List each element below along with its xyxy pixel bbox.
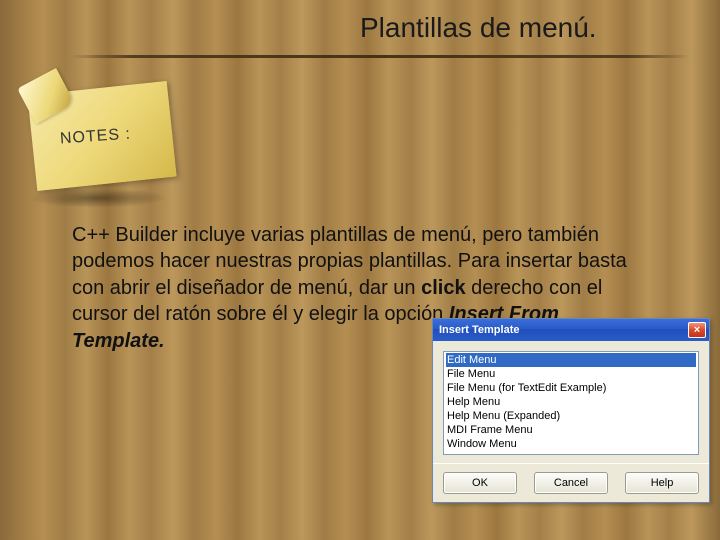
list-item[interactable]: File Menu: [446, 367, 696, 381]
slide: Plantillas de menú. NOTES : C++ Builder …: [0, 0, 720, 540]
close-icon: ×: [694, 325, 700, 336]
cancel-button[interactable]: Cancel: [534, 472, 608, 494]
template-listbox[interactable]: Edit MenuFile MenuFile Menu (for TextEdi…: [443, 351, 699, 455]
slide-title: Plantillas de menú.: [360, 12, 597, 44]
list-item[interactable]: Help Menu: [446, 395, 696, 409]
list-item[interactable]: Edit Menu: [446, 353, 696, 367]
dialog-button-bar: OK Cancel Help: [433, 463, 709, 502]
list-item[interactable]: Window Menu: [446, 437, 696, 451]
list-item[interactable]: Help Menu (Expanded): [446, 409, 696, 423]
ok-button[interactable]: OK: [443, 472, 517, 494]
sticky-note-icon: NOTES :: [18, 70, 188, 200]
dialog-body: Edit MenuFile MenuFile Menu (for TextEdi…: [433, 341, 709, 463]
dialog-titlebar[interactable]: Insert Template ×: [433, 319, 709, 341]
close-button[interactable]: ×: [688, 322, 706, 338]
dialog-title: Insert Template: [439, 324, 520, 336]
title-underline: [70, 55, 690, 58]
list-item[interactable]: File Menu (for TextEdit Example): [446, 381, 696, 395]
list-item[interactable]: MDI Frame Menu: [446, 423, 696, 437]
insert-template-dialog: Insert Template × Edit MenuFile MenuFile…: [432, 318, 710, 503]
help-button[interactable]: Help: [625, 472, 699, 494]
